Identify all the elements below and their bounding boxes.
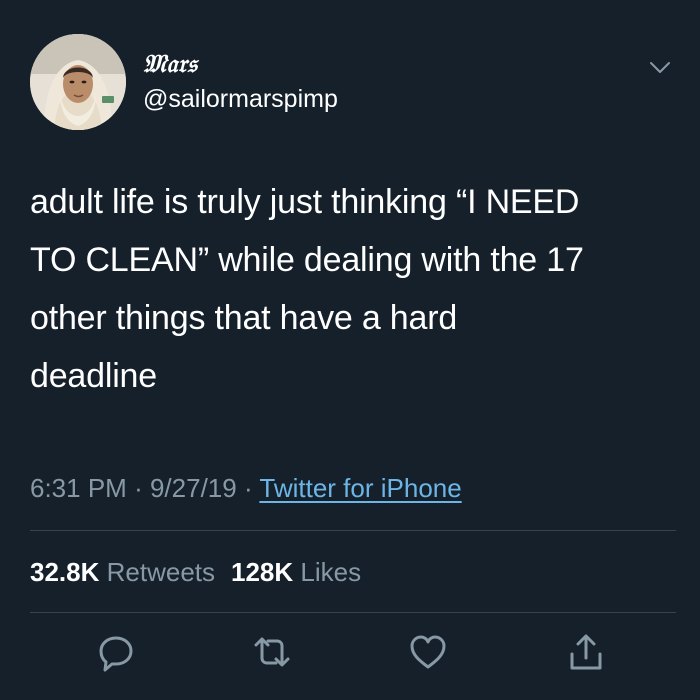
share-icon[interactable]	[564, 630, 608, 674]
likes-stat[interactable]: 128K Likes	[231, 557, 361, 587]
author-info: 𝔐𝔞𝔯𝔰 @sailormarspimp	[143, 50, 338, 114]
tweet-text-line: adult life is truly just thinking “I NEE…	[30, 183, 580, 221]
display-name[interactable]: 𝔐𝔞𝔯𝔰	[143, 50, 338, 78]
tweet-meta: 6:31 PM · 9/27/19 · Twitter for iPhone	[30, 470, 462, 506]
retweets-stat[interactable]: 32.8K Retweets	[30, 557, 215, 587]
user-handle[interactable]: @sailormarspimp	[143, 84, 338, 114]
divider	[30, 612, 676, 613]
retweets-label: Retweets	[106, 557, 216, 587]
retweet-icon[interactable]	[250, 630, 294, 674]
action-bar	[0, 630, 700, 680]
avatar[interactable]	[30, 34, 126, 130]
retweets-count: 32.8K	[30, 557, 100, 587]
tweet-text: adult life is truly just thinking “I NEE…	[30, 173, 680, 405]
meta-separator: ·	[243, 473, 253, 503]
divider	[30, 530, 676, 531]
tweet-date[interactable]: 9/27/19	[150, 473, 237, 503]
tweet-source-link[interactable]: Twitter for iPhone	[259, 473, 461, 503]
chevron-down-icon[interactable]	[648, 60, 672, 76]
heart-icon[interactable]	[406, 630, 450, 674]
likes-label: Likes	[300, 557, 362, 587]
tweet-text-line: TO CLEAN” while dealing with the 17	[30, 241, 584, 279]
tweet-time[interactable]: 6:31 PM	[30, 473, 127, 503]
engagement-stats: 32.8K Retweets 128K Likes	[30, 554, 361, 590]
tweet-text-line: deadline	[30, 357, 157, 395]
likes-count: 128K	[231, 557, 294, 587]
tweet-text-line: other things that have a hard	[30, 299, 458, 337]
reply-icon[interactable]	[94, 630, 138, 674]
meta-separator: ·	[134, 473, 143, 503]
tweet-card: 𝔐𝔞𝔯𝔰 @sailormarspimp adult life is truly…	[0, 0, 700, 700]
